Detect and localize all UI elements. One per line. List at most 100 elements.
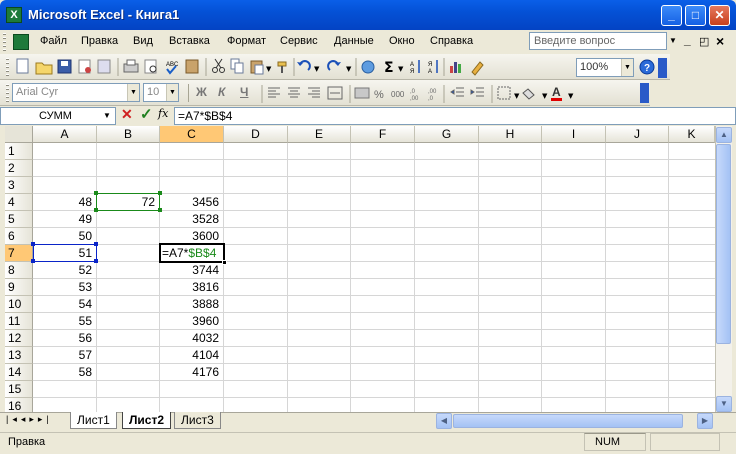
menu-view[interactable]: Вид [133, 35, 153, 51]
row-header-2[interactable]: 2 [5, 160, 33, 177]
reference-handle[interactable] [94, 208, 98, 212]
minimize-button[interactable]: _ [661, 5, 682, 26]
cell-a14[interactable]: 58 [33, 364, 96, 381]
sheet-tab-2-active[interactable]: Лист2 [122, 412, 172, 429]
cell-c11[interactable]: 3960 [160, 313, 223, 330]
font-dropdown-icon[interactable]: ▼ [127, 84, 139, 101]
row-header-3[interactable]: 3 [5, 177, 33, 194]
column-header-i[interactable]: I [542, 126, 606, 143]
cell-a10[interactable]: 54 [33, 296, 96, 313]
column-header-f[interactable]: F [351, 126, 415, 143]
reference-handle[interactable] [158, 208, 162, 212]
cell-c4[interactable]: 3456 [160, 194, 223, 211]
reference-handle[interactable] [31, 242, 35, 246]
select-all-corner[interactable] [5, 126, 33, 143]
worksheet-grid[interactable]: A B C D E F G H I J K 1 2 3 4 5 6 7 8 9 … [5, 126, 715, 412]
cancel-entry-button[interactable]: ✕ [121, 106, 133, 123]
menu-help[interactable]: Справка [430, 35, 473, 51]
menu-grip[interactable] [3, 33, 6, 51]
name-box[interactable]: СУММ [0, 107, 116, 125]
row-header-10[interactable]: 10 [5, 296, 33, 313]
column-header-d[interactable]: D [224, 126, 288, 143]
cell-c5[interactable]: 3528 [160, 211, 223, 228]
font-select[interactable]: Arial Cyr ▼ [12, 83, 140, 102]
name-box-dropdown-icon[interactable]: ▼ [103, 111, 111, 120]
underline-button[interactable]: Ч [240, 85, 248, 99]
row-header-12[interactable]: 12 [5, 330, 33, 347]
column-header-b[interactable]: B [97, 126, 160, 143]
font-size-select[interactable]: 10 ▼ [143, 83, 179, 102]
column-header-h[interactable]: H [479, 126, 542, 143]
row-header-15[interactable]: 15 [5, 381, 33, 398]
menu-insert[interactable]: Вставка [169, 35, 210, 51]
doc-restore-button[interactable]: ◰ [699, 35, 709, 48]
fill-handle[interactable] [222, 260, 227, 265]
menu-window[interactable]: Окно [389, 35, 415, 51]
cell-a13[interactable]: 57 [33, 347, 96, 364]
column-header-c[interactable]: C [160, 126, 224, 143]
cell-a12[interactable]: 56 [33, 330, 96, 347]
help-question-input[interactable]: Введите вопрос [529, 32, 667, 50]
column-header-g[interactable]: G [415, 126, 479, 143]
zoom-select[interactable]: 100% ▼ [576, 58, 634, 77]
column-header-j[interactable]: J [606, 126, 669, 143]
bold-button[interactable]: Ж [196, 85, 207, 99]
column-header-e[interactable]: E [288, 126, 351, 143]
cell-a8[interactable]: 52 [33, 262, 96, 279]
close-button[interactable]: ✕ [709, 5, 730, 26]
scroll-up-button[interactable]: ▲ [716, 127, 732, 143]
row-header-4[interactable]: 4 [5, 194, 33, 211]
row-header-1[interactable]: 1 [5, 143, 33, 160]
workbook-icon[interactable] [13, 34, 29, 50]
formula-input[interactable]: =A7*$B$4 [174, 107, 736, 125]
menu-file[interactable]: Файл [40, 35, 67, 51]
reference-handle[interactable] [94, 259, 98, 263]
cell-c9[interactable]: 3816 [160, 279, 223, 296]
reference-handle[interactable] [94, 191, 98, 195]
vertical-scroll-thumb[interactable] [716, 144, 731, 344]
row-header-5[interactable]: 5 [5, 211, 33, 228]
row-header-7[interactable]: 7 [5, 245, 33, 262]
row-header-16[interactable]: 16 [5, 398, 33, 412]
row-header-9[interactable]: 9 [5, 279, 33, 296]
row-header-13[interactable]: 13 [5, 347, 33, 364]
menu-tools[interactable]: Сервис [280, 35, 318, 51]
cell-a5[interactable]: 49 [33, 211, 96, 228]
reference-handle[interactable] [94, 242, 98, 246]
maximize-button[interactable]: □ [685, 5, 706, 26]
menu-data[interactable]: Данные [334, 35, 374, 51]
zoom-dropdown-icon[interactable]: ▼ [621, 59, 633, 76]
cell-a6[interactable]: 50 [33, 228, 96, 245]
tab-scroll-buttons[interactable]: |◂◂▸▸| [6, 414, 53, 425]
sheet-tab-1[interactable]: Лист1 [70, 412, 117, 429]
cell-a4[interactable]: 48 [33, 194, 96, 211]
active-cell-c7-editor[interactable]: =A7*$B$4 [159, 243, 225, 263]
row-header-11[interactable]: 11 [5, 313, 33, 330]
reference-handle[interactable] [158, 191, 162, 195]
cell-a9[interactable]: 53 [33, 279, 96, 296]
row-header-14[interactable]: 14 [5, 364, 33, 381]
italic-button[interactable]: К [218, 85, 225, 99]
scroll-down-button[interactable]: ▼ [716, 396, 732, 412]
scroll-right-button[interactable]: ▶ [697, 413, 713, 429]
reference-handle[interactable] [31, 259, 35, 263]
insert-function-button[interactable]: fx [158, 107, 168, 120]
scroll-left-button[interactable]: ◀ [436, 413, 452, 429]
column-header-a[interactable]: A [33, 126, 97, 143]
column-header-k[interactable]: K [669, 126, 715, 143]
help-dropdown-icon[interactable]: ▼ [669, 36, 677, 45]
enter-entry-button[interactable]: ✓ [140, 105, 153, 123]
row-header-6[interactable]: 6 [5, 228, 33, 245]
doc-minimize-button[interactable]: _ [684, 33, 691, 47]
menu-format[interactable]: Формат [227, 35, 266, 51]
cell-c13[interactable]: 4104 [160, 347, 223, 364]
horizontal-scroll-thumb[interactable] [453, 414, 683, 428]
doc-close-button[interactable]: × [716, 33, 724, 49]
sheet-tab-3[interactable]: Лист3 [174, 412, 221, 429]
cell-c10[interactable]: 3888 [160, 296, 223, 313]
menu-edit[interactable]: Правка [81, 35, 118, 51]
font-size-dropdown-icon[interactable]: ▼ [166, 84, 178, 101]
formatting-toolbar-grip[interactable] [6, 84, 9, 102]
cell-c14[interactable]: 4176 [160, 364, 223, 381]
standard-toolbar-grip[interactable] [6, 58, 9, 76]
